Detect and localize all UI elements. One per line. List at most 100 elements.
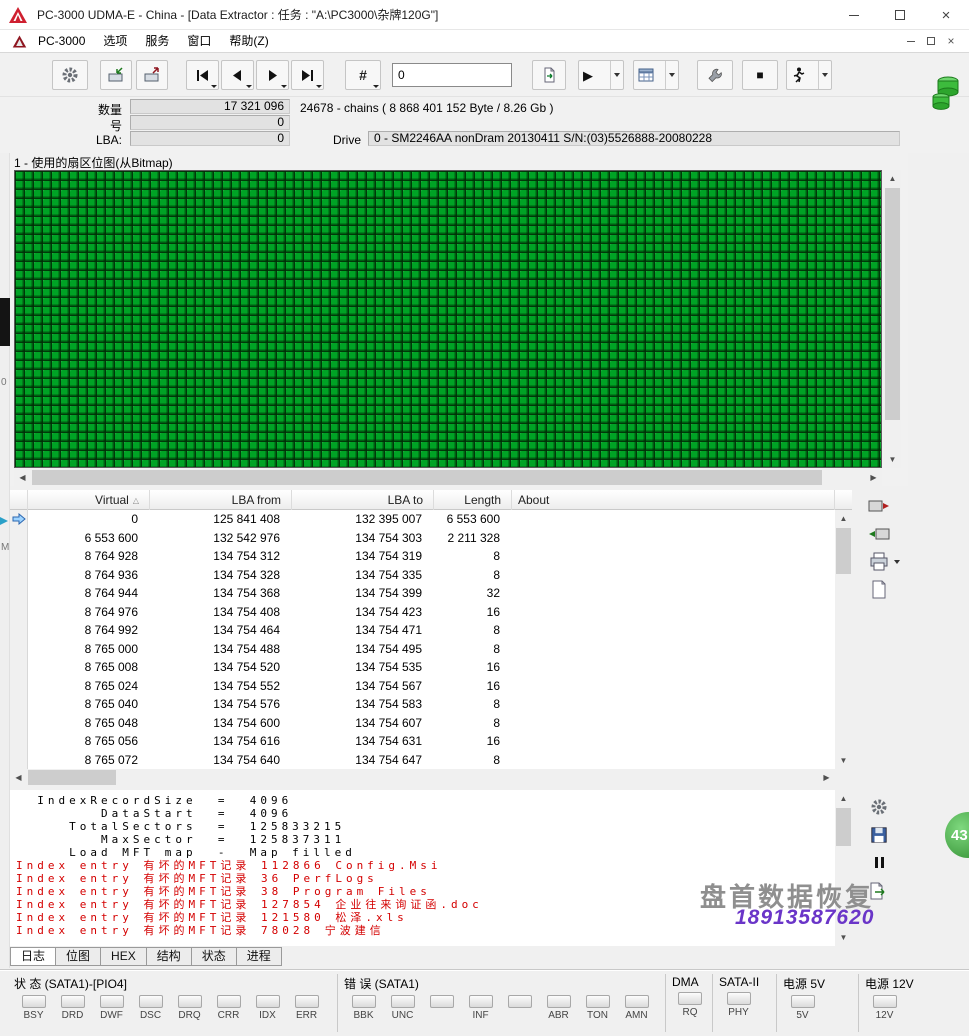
report-button[interactable]: [866, 578, 892, 601]
tab-2[interactable]: HEX: [101, 947, 147, 966]
column-header-lba-to[interactable]: LBA to: [292, 490, 434, 510]
table-horizontal-scrollbar[interactable]: ◀ ▶: [10, 769, 835, 786]
table-row[interactable]: 8 764 936 134 754 328 134 754 335 8: [10, 565, 835, 584]
table-row[interactable]: 8 765 048 134 754 600 134 754 607 8: [10, 713, 835, 732]
count-value: 17 321 096: [130, 99, 290, 114]
table-row[interactable]: 0 125 841 408 132 395 007 6 553 600: [10, 510, 835, 529]
read-task-button[interactable]: [100, 60, 132, 90]
cell-lba-to: 134 754 535: [355, 660, 422, 674]
column-header-about[interactable]: About: [512, 490, 835, 510]
table-row[interactable]: 8 765 008 134 754 520 134 754 535 16: [10, 658, 835, 677]
process-settings-button[interactable]: [52, 60, 88, 90]
print-button[interactable]: [866, 550, 892, 573]
tab-1[interactable]: 位图: [56, 947, 102, 966]
load-map-button[interactable]: [866, 522, 892, 545]
main-toolbar: # D ▶ ■: [0, 53, 969, 97]
scroll-up-icon[interactable]: ▲: [884, 170, 901, 187]
scrollbar-thumb[interactable]: [836, 528, 851, 574]
stop-button[interactable]: ■: [742, 60, 778, 90]
column-header-virtual[interactable]: Virtual △: [28, 490, 150, 510]
table-row[interactable]: 8 765 024 134 754 552 134 754 567 16: [10, 676, 835, 695]
scroll-down-icon[interactable]: ▼: [835, 752, 852, 769]
menu-item-0[interactable]: PC-3000: [29, 34, 94, 48]
close-button[interactable]: ×: [923, 0, 969, 30]
process-run-dropdown[interactable]: [818, 61, 831, 89]
print-dropdown-icon[interactable]: [894, 559, 900, 564]
tab-0[interactable]: 日志: [10, 947, 57, 966]
cell-lba-to: 134 754 567: [355, 678, 422, 693]
column-header-length[interactable]: Length: [434, 490, 512, 510]
view-mode-dropdown[interactable]: [665, 61, 678, 89]
table-row[interactable]: 8 765 072 134 754 640 134 754 647 8: [10, 750, 835, 769]
tab-5[interactable]: 进程: [236, 947, 282, 966]
goto-object-button[interactable]: [532, 60, 566, 90]
column-header-lba-from[interactable]: LBA from: [150, 490, 292, 510]
scrollbar-thumb[interactable]: [836, 808, 851, 846]
menu-item-3[interactable]: 窗口: [178, 34, 220, 48]
cell-virtual: 8 764 928: [84, 549, 138, 563]
table-row[interactable]: 6 553 600 132 542 976 134 754 303 2 211 328: [10, 528, 835, 547]
scroll-up-icon[interactable]: ▲: [835, 510, 852, 527]
nav-next-button[interactable]: [256, 60, 289, 90]
scroll-down-icon[interactable]: ▼: [835, 929, 852, 946]
tab-3[interactable]: 结构: [146, 947, 192, 966]
mdi-restore-button[interactable]: [921, 32, 941, 50]
save-map-button[interactable]: [866, 494, 892, 517]
scroll-up-icon[interactable]: ▲: [835, 790, 852, 807]
scrollbar-corner: [835, 769, 852, 786]
menu-item-2[interactable]: 服务: [136, 34, 178, 48]
log-settings-button[interactable]: [866, 795, 892, 818]
scrollbar-thumb[interactable]: [885, 188, 900, 420]
scrollbar-thumb[interactable]: [28, 770, 116, 785]
goto-sector-number-button[interactable]: #: [345, 60, 381, 90]
save-task-button[interactable]: [136, 60, 168, 90]
start-button[interactable]: ▶: [578, 60, 624, 90]
table-row[interactable]: 8 764 944 134 754 368 134 754 399 32: [10, 584, 835, 603]
mdi-minimize-button[interactable]: [901, 32, 921, 50]
cell-lba-to: 134 754 647: [355, 752, 422, 767]
bitmap-vertical-scrollbar[interactable]: ▲ ▼: [884, 170, 901, 468]
window-controls: ×: [831, 0, 969, 30]
sector-number-input[interactable]: [393, 68, 553, 82]
led-indicator: [872, 995, 897, 1008]
pause-log-button[interactable]: [866, 851, 892, 874]
nav-prev-button[interactable]: [221, 60, 254, 90]
scroll-right-icon[interactable]: ▶: [865, 469, 882, 486]
tools-button[interactable]: [697, 60, 733, 90]
status-led-ERR: ERR: [287, 995, 326, 1022]
sector-bitmap-grid[interactable]: [14, 170, 882, 468]
save-log-button[interactable]: [866, 823, 892, 846]
table-row[interactable]: 8 764 992 134 754 464 134 754 471 8: [10, 621, 835, 640]
drive-tool-float[interactable]: [928, 74, 962, 115]
menu-item-4[interactable]: 帮助(Z): [220, 34, 277, 48]
cell-lba-from: 125 841 408: [213, 512, 280, 526]
process-run-button[interactable]: [786, 60, 832, 90]
scroll-right-icon[interactable]: ▶: [818, 769, 835, 786]
scroll-left-icon[interactable]: ◀: [14, 469, 31, 486]
table-vertical-scrollbar[interactable]: ▲ ▼: [835, 510, 852, 769]
status-led-12V: 12V: [865, 995, 904, 1022]
notification-badge[interactable]: 43: [945, 812, 969, 858]
led-label: DWF: [100, 1010, 123, 1021]
table-row[interactable]: 8 764 976 134 754 408 134 754 423 16: [10, 602, 835, 621]
scroll-left-icon[interactable]: ◀: [10, 769, 27, 786]
table-row[interactable]: 8 765 056 134 754 616 134 754 631 16: [10, 732, 835, 751]
menu-item-1[interactable]: 选项: [94, 34, 136, 48]
scrollbar-thumb[interactable]: [32, 470, 822, 485]
view-mode-button[interactable]: [633, 60, 679, 90]
status-led-CRR: CRR: [209, 995, 248, 1022]
tab-4[interactable]: 状态: [191, 947, 237, 966]
nav-first-button[interactable]: [186, 60, 219, 90]
bitmap-horizontal-scrollbar[interactable]: ◀ ▶: [14, 469, 882, 486]
nav-last-button[interactable]: [291, 60, 324, 90]
mdi-close-button[interactable]: ×: [941, 32, 961, 50]
table-row[interactable]: 8 765 000 134 754 488 134 754 495 8: [10, 639, 835, 658]
cell-lba-to: 134 754 607: [355, 715, 422, 730]
minimize-button[interactable]: [831, 0, 877, 30]
maximize-button[interactable]: [877, 0, 923, 30]
scroll-down-icon[interactable]: ▼: [884, 451, 901, 468]
table-row[interactable]: 8 764 928 134 754 312 134 754 319 8: [10, 547, 835, 566]
sector-input-wrap: D: [392, 63, 561, 87]
start-dropdown[interactable]: [610, 61, 623, 89]
table-row[interactable]: 8 765 040 134 754 576 134 754 583 8: [10, 695, 835, 714]
